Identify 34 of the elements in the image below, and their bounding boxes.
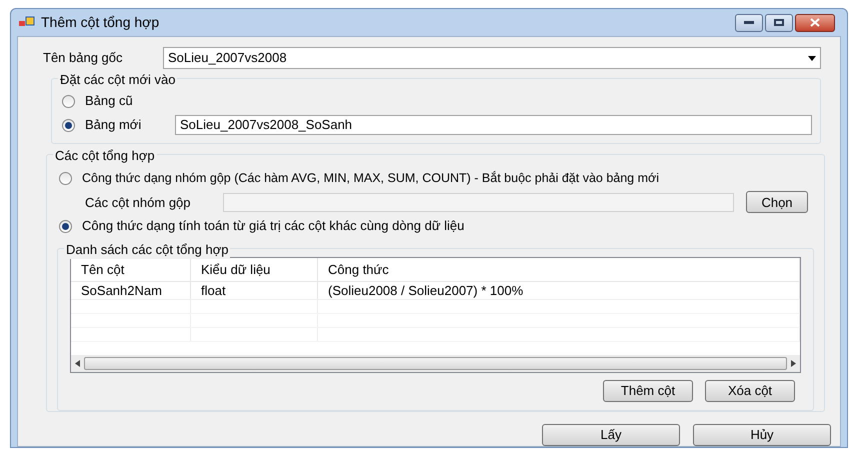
column-header[interactable]: Tên cột	[71, 258, 191, 281]
close-button[interactable]	[795, 14, 835, 32]
button[interactable]: Chọn	[746, 191, 808, 214]
horizontal-scrollbar[interactable]	[71, 354, 800, 372]
scrollbar-thumb[interactable]	[84, 356, 787, 370]
radio-label: Bảng cũ	[85, 92, 134, 110]
column-header[interactable]: Công thức	[318, 258, 800, 281]
close-icon	[810, 18, 820, 27]
column-header[interactable]: Kiểu dữ liệu	[191, 258, 318, 281]
radio-label: Bảng mới	[85, 116, 142, 134]
radio-button[interactable]	[59, 172, 72, 186]
radio-button[interactable]	[62, 94, 75, 108]
group-columns-field[interactable]	[223, 192, 734, 212]
scroll-right-icon	[791, 360, 796, 367]
button[interactable]: Hủy	[693, 424, 831, 446]
radio-button[interactable]	[62, 118, 75, 132]
table-cell: (Solieu2008 / Solieu2007) * 100%	[318, 282, 800, 299]
scroll-left-icon	[75, 360, 80, 367]
radio-label: Công thức dạng tính toán từ giá trị các cột khác cùng dòng dữ liệu	[82, 217, 464, 236]
radio-button[interactable]	[59, 220, 72, 233]
minimize-button[interactable]	[735, 14, 763, 32]
field-label: Tên bảng gốc	[43, 49, 124, 68]
dropdown-arrow-icon	[808, 56, 816, 60]
table-cell: float	[191, 282, 318, 299]
button[interactable]: Xóa cột	[705, 380, 795, 402]
button[interactable]: Thêm cột	[603, 380, 693, 402]
field-label: Các cột nhóm gộp	[85, 194, 192, 212]
radio-label: Công thức dạng nhóm gộp (Các hàm AVG, MIN, MAX, SUM, COUNT) - Bắt buộc phải đặt vào bảng mới	[82, 170, 659, 188]
maximize-button[interactable]	[765, 14, 793, 32]
source-table-dropdown[interactable]: SoLieu_2007vs2008	[163, 47, 821, 69]
window-title: Thêm cột tổng hợp	[41, 13, 160, 32]
table-cell: SoSanh2Nam	[71, 282, 191, 299]
new-table-field[interactable]: SoLieu_2007vs2008_SoSanh	[175, 115, 812, 135]
button[interactable]: Lấy	[542, 424, 680, 446]
